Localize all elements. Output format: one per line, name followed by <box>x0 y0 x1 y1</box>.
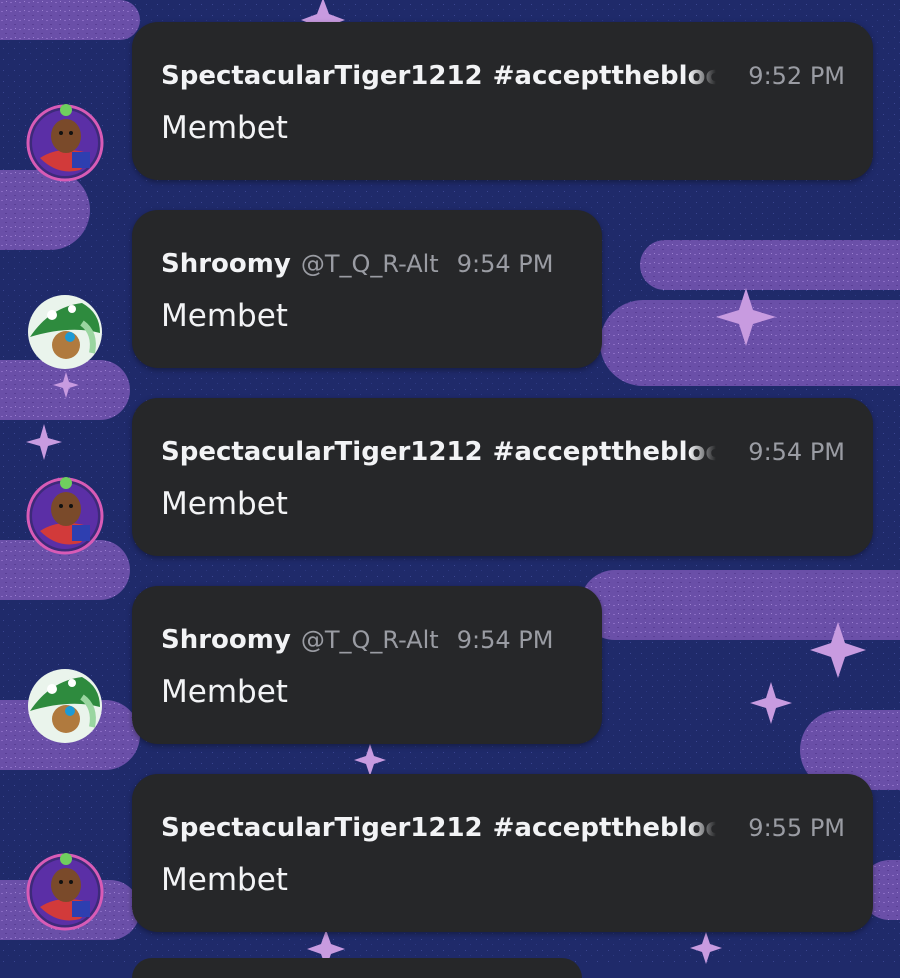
message-text: Membet <box>161 298 288 334</box>
message-header: SpectacularTiger1212 #accepttheblock 9:5… <box>161 810 845 846</box>
timestamp: 9:52 PM <box>748 62 845 90</box>
message-bubble[interactable]: Shroomy @T_Q_R-Alt 9:54 PM Membet <box>132 210 602 368</box>
author-name[interactable]: SpectacularTiger1212 <box>161 813 483 843</box>
author-name[interactable]: SpectacularTiger1212 <box>161 61 483 91</box>
tiger-avatar[interactable] <box>26 477 104 555</box>
timestamp: 9:55 PM <box>748 814 845 842</box>
tiger-avatar-icon <box>26 104 104 182</box>
shroomy-avatar[interactable] <box>26 293 104 371</box>
message-header: Shroomy @T_Q_R-Alt 9:54 PM <box>161 246 574 282</box>
message-header: SpectacularTiger1212 #accepttheblock 9:5… <box>161 58 845 94</box>
message-bubble[interactable]: SpectacularTiger1212 #accepttheblock 9:5… <box>132 398 873 556</box>
timestamp: 9:54 PM <box>456 626 554 654</box>
timestamp: 9:54 PM <box>456 250 554 278</box>
author-name[interactable]: SpectacularTiger1212 <box>161 437 483 467</box>
message-header: Shroomy @T_Q_R-Alt 9:54 PM <box>161 622 574 658</box>
tiger-avatar[interactable] <box>26 104 104 182</box>
message-bubble[interactable]: Shroomy @T_Q_R-Alt 9:54 PM Membet <box>132 586 602 744</box>
message-header: SpectacularTiger1212 #accepttheblock 9:5… <box>161 434 845 470</box>
message-bubble[interactable]: SpectacularTiger1212 #accepttheblock 9:5… <box>132 22 873 180</box>
author-handle: @T_Q_R-Alt <box>300 250 439 278</box>
timestamp: 9:54 PM <box>748 438 845 466</box>
message-text: Membet <box>161 486 288 522</box>
author-tag: #accepttheblock <box>492 437 716 467</box>
tiger-avatar-icon <box>26 853 104 931</box>
message-text: Membet <box>161 674 288 710</box>
message-text: Membet <box>161 110 288 146</box>
tiger-avatar[interactable] <box>26 853 104 931</box>
author-tag: #accepttheblock <box>492 61 716 91</box>
author-name[interactable]: Shroomy <box>161 249 291 279</box>
shroomy-avatar[interactable] <box>26 667 104 745</box>
shroomy-avatar-icon <box>28 669 102 743</box>
tiger-avatar-icon <box>26 477 104 555</box>
message-text: Membet <box>161 862 288 898</box>
author-handle: @T_Q_R-Alt <box>300 626 439 654</box>
message-bubble-partial[interactable] <box>132 958 582 978</box>
message-bubble[interactable]: SpectacularTiger1212 #accepttheblock 9:5… <box>132 774 873 932</box>
shroomy-avatar-icon <box>28 295 102 369</box>
author-name[interactable]: Shroomy <box>161 625 291 655</box>
author-tag: #accepttheblock <box>492 813 716 843</box>
